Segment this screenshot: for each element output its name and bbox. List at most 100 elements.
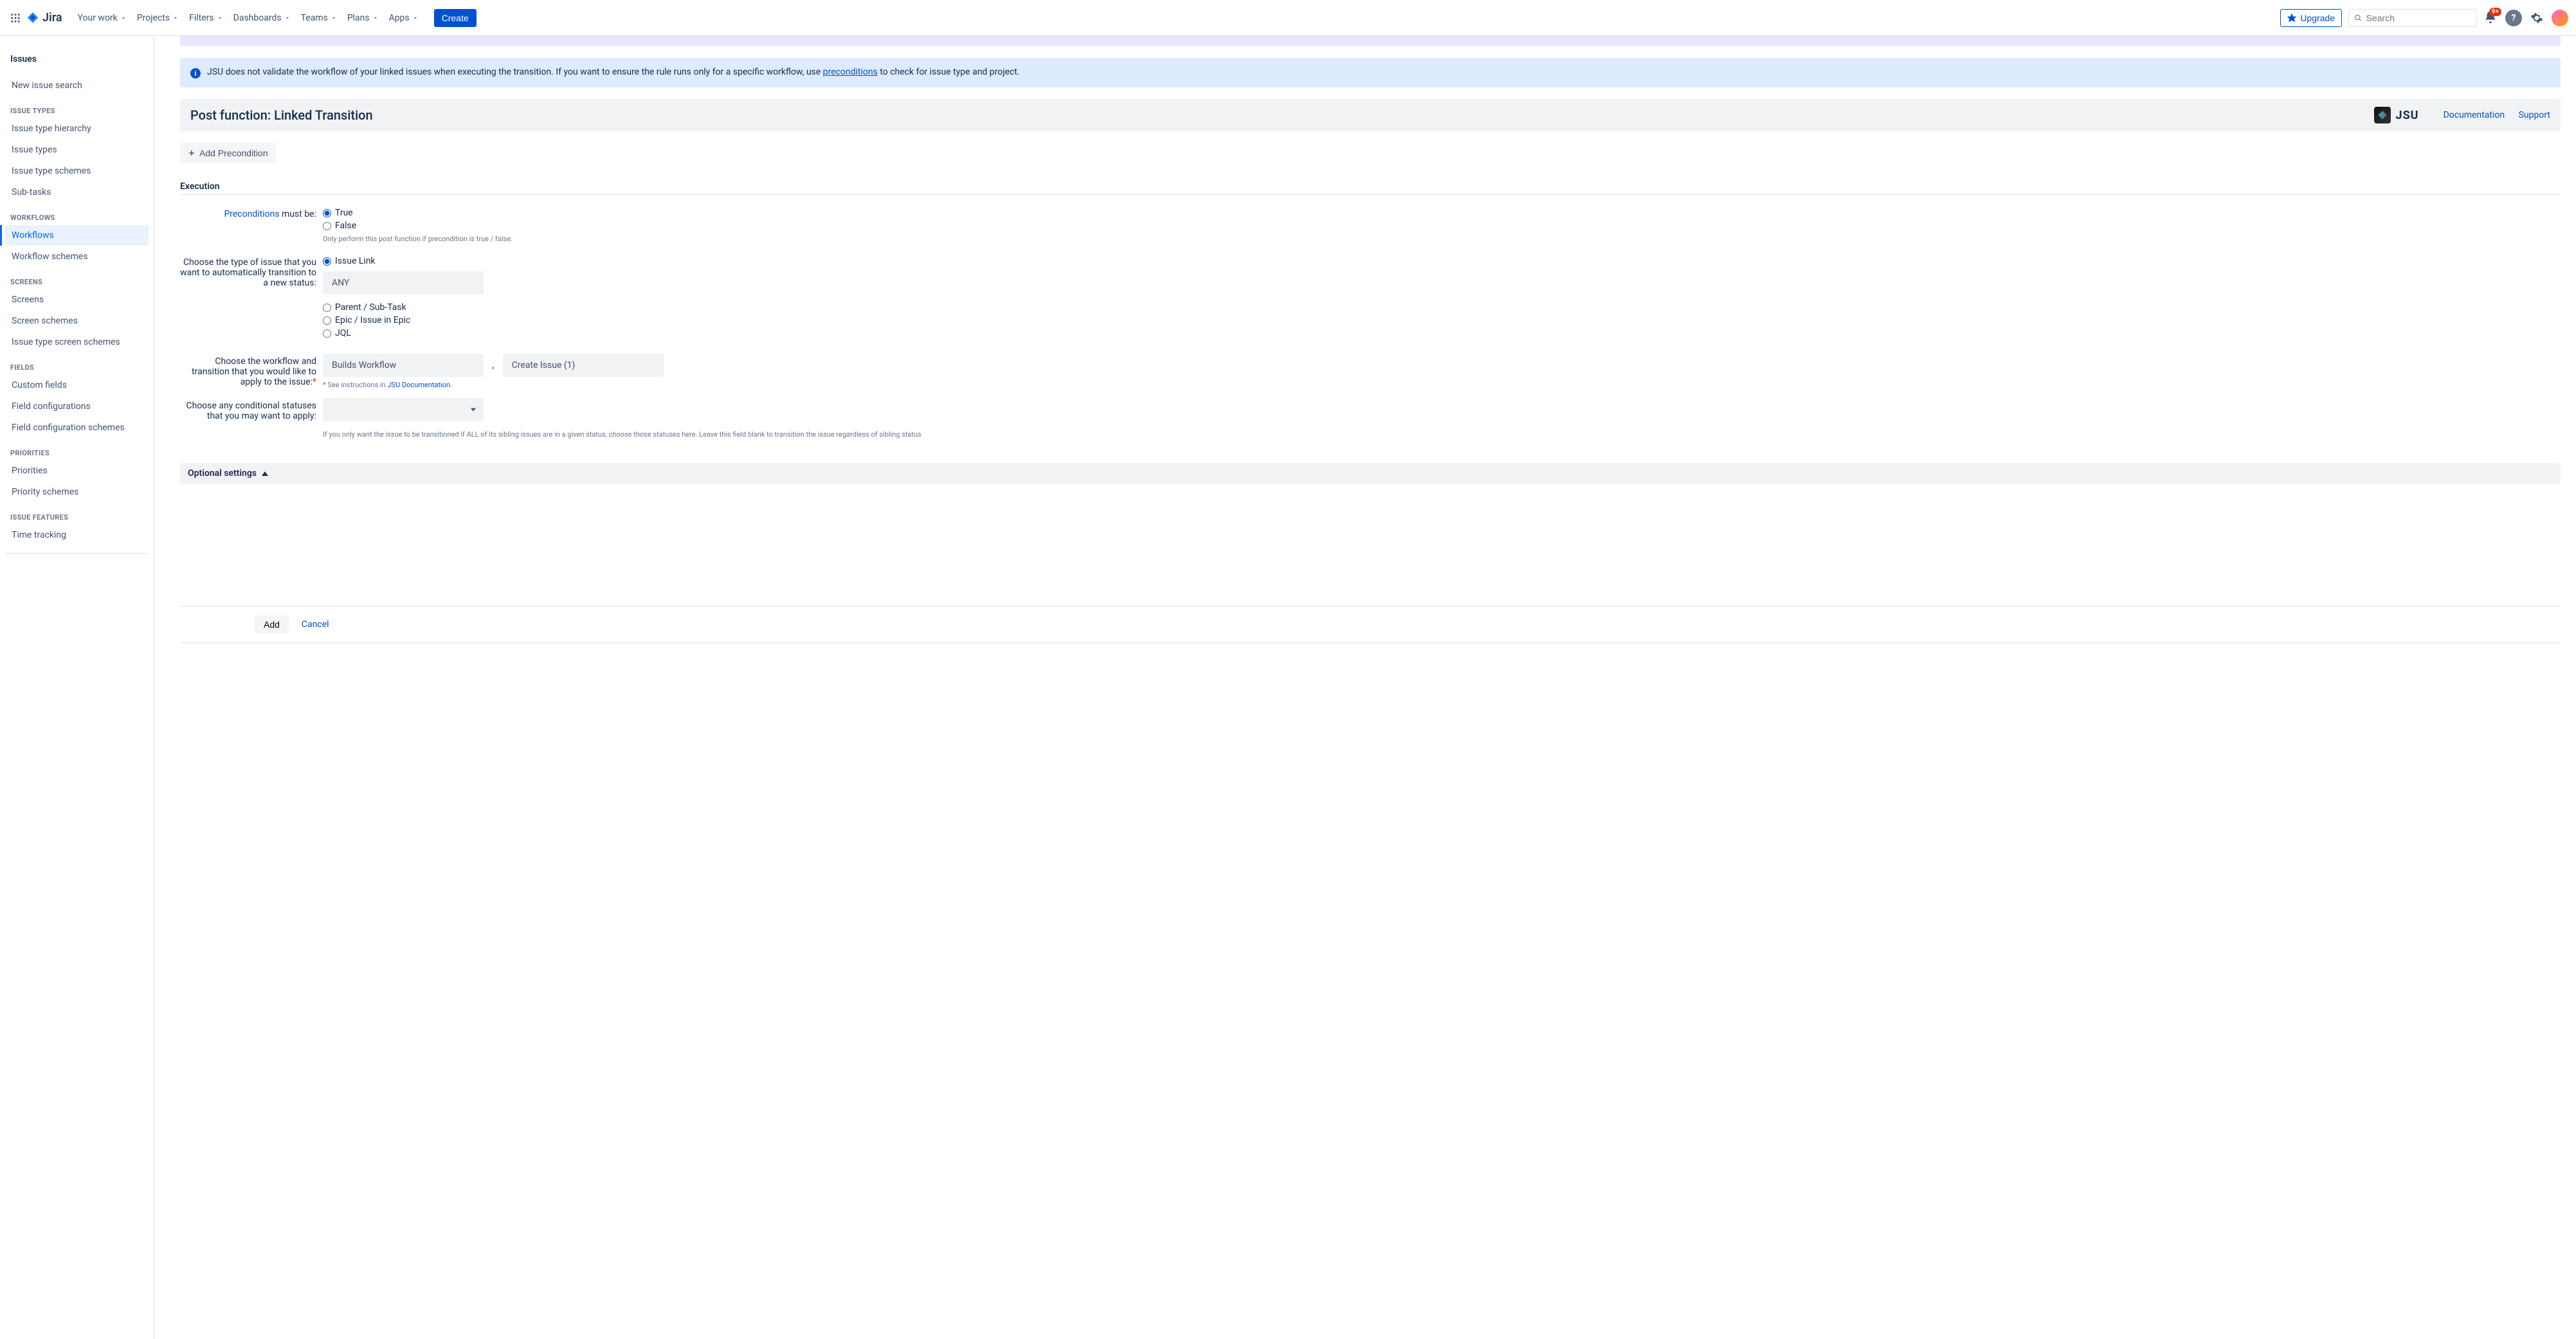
conditional-statuses-help: If you only want the issue to be transit… (323, 430, 966, 439)
sidebar-item-time-tracking[interactable]: Time tracking (5, 525, 149, 545)
sidebar-title: Issues (5, 49, 149, 75)
radio-true-input[interactable] (323, 209, 331, 217)
page-title: Post function: Linked Transition (190, 107, 2374, 123)
nav-item-dashboards[interactable]: Dashboards (228, 9, 296, 27)
issue-type-label: Choose the type of issue that you want t… (180, 255, 323, 288)
nav-item-teams[interactable]: Teams (296, 9, 342, 27)
sidebar-item-field-configurations[interactable]: Field configurations (5, 396, 149, 417)
row-conditional-statuses: Choose any conditional statuses that you… (180, 398, 2561, 448)
radio-jql-input[interactable] (323, 329, 331, 338)
info-icon: i (190, 68, 201, 78)
workflow-note-pre: * See instructions in (323, 381, 387, 389)
radio-epic-input[interactable] (323, 316, 331, 325)
main-content: i JSU does not validate the workflow of … (154, 36, 2576, 1339)
sidebar-item-priorities[interactable]: Priorities (5, 460, 149, 481)
info-text: JSU does not validate the workflow of yo… (207, 67, 1020, 77)
cancel-link[interactable]: Cancel (302, 619, 329, 630)
banner-pre: JSU does not validate the workflow of yo… (207, 67, 823, 77)
add-button[interactable]: Add (255, 615, 289, 633)
nav-item-plans[interactable]: Plans (342, 9, 384, 27)
documentation-link[interactable]: Documentation (2444, 110, 2505, 120)
help-button[interactable]: ? (2505, 10, 2522, 26)
transition-select[interactable]: Create Issue (1) (503, 354, 664, 377)
workflow-sep: , (485, 360, 500, 370)
search-input[interactable] (2366, 13, 2471, 23)
jsu-doc-link[interactable]: JSU Documentation. (387, 381, 451, 389)
add-precondition-label: Add Precondition (199, 148, 268, 158)
preconditions-suffix: must be: (280, 209, 316, 219)
sidebar-item-new-issue-search[interactable]: New issue search (5, 75, 149, 96)
nav-item-projects[interactable]: Projects (132, 9, 184, 27)
app-switcher-icon[interactable] (8, 10, 23, 26)
workflow-label-text: Choose the workflow and transition that … (192, 356, 316, 387)
jira-logo[interactable]: Jira (26, 11, 62, 25)
preconditions-link[interactable]: preconditions (823, 67, 878, 77)
sidebar-item-issue-type-hierarchy[interactable]: Issue type hierarchy (5, 118, 149, 139)
sidebar-item-field-configuration-schemes[interactable]: Field configuration schemes (5, 417, 149, 438)
settings-button[interactable] (2528, 10, 2545, 26)
top-nav-right: Upgrade 9+ ? (2280, 9, 2568, 27)
conditional-statuses-select[interactable] (323, 398, 484, 421)
sidebar-divider (5, 553, 149, 554)
radio-jql[interactable]: JQL (323, 327, 966, 340)
workflow-select[interactable]: Builds Workflow (323, 354, 484, 377)
radio-false-label: False (335, 221, 356, 231)
preconditions-label: Preconditions must be: (180, 206, 323, 219)
radio-issue-link[interactable]: Issue Link (323, 255, 966, 268)
plus-icon (188, 149, 195, 157)
link-type-select[interactable]: ANY (323, 271, 484, 295)
preconditions-label-link[interactable]: Preconditions (224, 209, 279, 219)
nav-item-apps[interactable]: Apps (384, 9, 424, 27)
notifications-button[interactable]: 9+ (2483, 10, 2499, 26)
radio-issue-link-input[interactable] (323, 257, 331, 266)
sidebar-item-screens[interactable]: Screens (5, 289, 149, 310)
top-strip (180, 36, 2561, 46)
sidebar-item-issue-types[interactable]: Issue types (5, 140, 149, 160)
radio-false[interactable]: False (323, 219, 966, 232)
nav-item-your-work[interactable]: Your work (73, 9, 132, 27)
sidebar-item-priority-schemes[interactable]: Priority schemes (5, 482, 149, 502)
sidebar-item-custom-fields[interactable]: Custom fields (5, 375, 149, 396)
radio-jql-label: JQL (335, 328, 351, 338)
footer-actions: Add Cancel (180, 606, 2561, 643)
create-button[interactable]: Create (434, 9, 476, 27)
sidebar-item-workflows[interactable]: Workflows (5, 225, 149, 246)
sidebar-section-fields: FIELDS (5, 353, 149, 374)
sidebar-item-workflow-schemes[interactable]: Workflow schemes (5, 246, 149, 267)
sidebar-item-screen-schemes[interactable]: Screen schemes (5, 311, 149, 331)
sidebar-section-priorities: PRIORITIES (5, 439, 149, 460)
sidebar-item-issue-type-screen-schemes[interactable]: Issue type screen schemes (5, 332, 149, 352)
execution-title: Execution (180, 181, 2561, 192)
top-nav: Jira Your workProjectsFiltersDashboardsT… (0, 0, 2576, 36)
user-avatar[interactable] (2552, 10, 2568, 26)
upgrade-button[interactable]: Upgrade (2280, 9, 2342, 27)
nav-item-filters[interactable]: Filters (184, 9, 228, 27)
sidebar-section-screens: SCREENS (5, 268, 149, 289)
sidebar-section-issue-types: ISSUE TYPES (5, 96, 149, 118)
row-workflow: Choose the workflow and transition that … (180, 354, 2561, 389)
jsu-brand-text: JSU (2396, 109, 2419, 122)
optional-settings-toggle[interactable]: Optional settings (180, 463, 2561, 484)
radio-epic[interactable]: Epic / Issue in Epic (323, 314, 966, 327)
radio-epic-label: Epic / Issue in Epic (335, 315, 410, 325)
jsu-brand: JSU (2374, 107, 2419, 123)
top-nav-left: Jira Your workProjectsFiltersDashboardsT… (8, 9, 476, 27)
add-precondition-button[interactable]: Add Precondition (180, 143, 276, 163)
info-banner: i JSU does not validate the workflow of … (180, 58, 2561, 87)
nav-items: Your workProjectsFiltersDashboardsTeamsP… (73, 9, 424, 27)
header-links: Documentation Support (2432, 110, 2550, 120)
radio-issue-link-label: Issue Link (335, 256, 376, 266)
sidebar-item-issue-type-schemes[interactable]: Issue type schemes (5, 161, 149, 181)
sidebar-section-workflows: WORKFLOWS (5, 203, 149, 224)
preconditions-help: Only perform this post function if preco… (323, 235, 966, 243)
jsu-logo-icon (2374, 107, 2391, 123)
radio-parent-subtask[interactable]: Parent / Sub-Task (323, 301, 966, 314)
chevron-up-icon (262, 471, 268, 476)
radio-false-input[interactable] (323, 222, 331, 230)
banner-post: to check for issue type and project. (878, 67, 1020, 77)
radio-parent-input[interactable] (323, 304, 331, 312)
search-box[interactable] (2348, 9, 2477, 27)
radio-true[interactable]: True (323, 206, 966, 219)
support-link[interactable]: Support (2519, 110, 2550, 120)
sidebar-item-sub-tasks[interactable]: Sub-tasks (5, 182, 149, 203)
